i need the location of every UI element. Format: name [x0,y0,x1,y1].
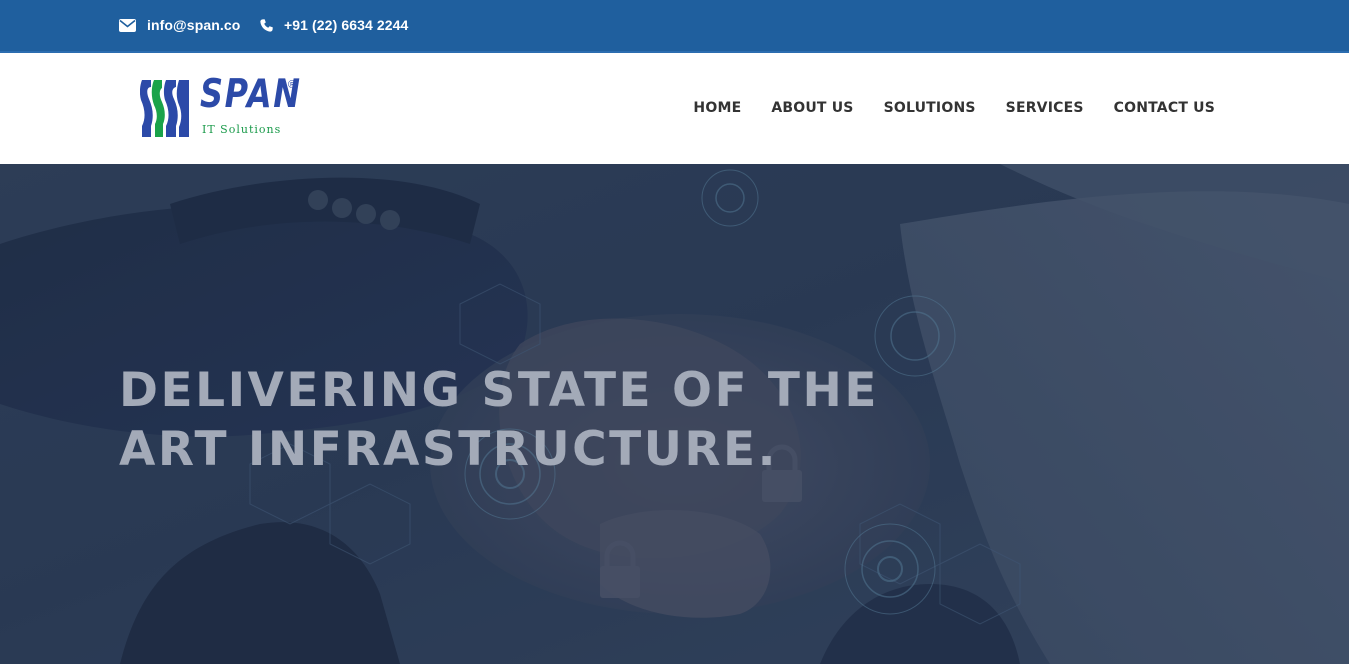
logo-brand-text: SPAN [200,72,302,117]
nav-solutions[interactable]: SOLUTIONS [884,100,976,116]
site-header: SPAN ® IT Solutions HOME ABOUT US SOLUTI… [0,53,1349,164]
top-contact-bar: info@span.co +91 (22) 6634 2244 [0,0,1349,53]
registered-mark: ® [288,79,297,91]
hero-headline-line-1: DELIVERING STATE OF THE [119,363,879,418]
nav-services[interactable]: SERVICES [1006,100,1084,116]
phone-link[interactable]: +91 (22) 6634 2244 [260,17,408,33]
phone-text: +91 (22) 6634 2244 [284,17,409,33]
hero-banner: DELIVERING STATE OF THE ART INFRASTRUCTU… [0,164,1349,664]
span-logo[interactable]: SPAN ® IT Solutions [140,75,302,141]
envelope-icon [119,18,136,32]
phone-icon [260,18,273,32]
nav-about-us[interactable]: ABOUT US [771,100,853,116]
nav-home[interactable]: HOME [693,100,741,116]
email-link[interactable]: info@span.co [119,17,240,33]
nav-contact-us[interactable]: CONTACT US [1114,100,1215,116]
hero-headline: DELIVERING STATE OF THE ART INFRASTRUCTU… [119,361,939,479]
main-nav: HOME ABOUT US SOLUTIONS SERVICES CONTACT… [693,100,1215,116]
email-text: info@span.co [147,17,241,33]
logo-tagline: IT Solutions [202,123,282,136]
span-logo-mark-icon [140,80,189,137]
hero-headline-line-2: ART INFRASTRUCTURE. [119,422,779,477]
